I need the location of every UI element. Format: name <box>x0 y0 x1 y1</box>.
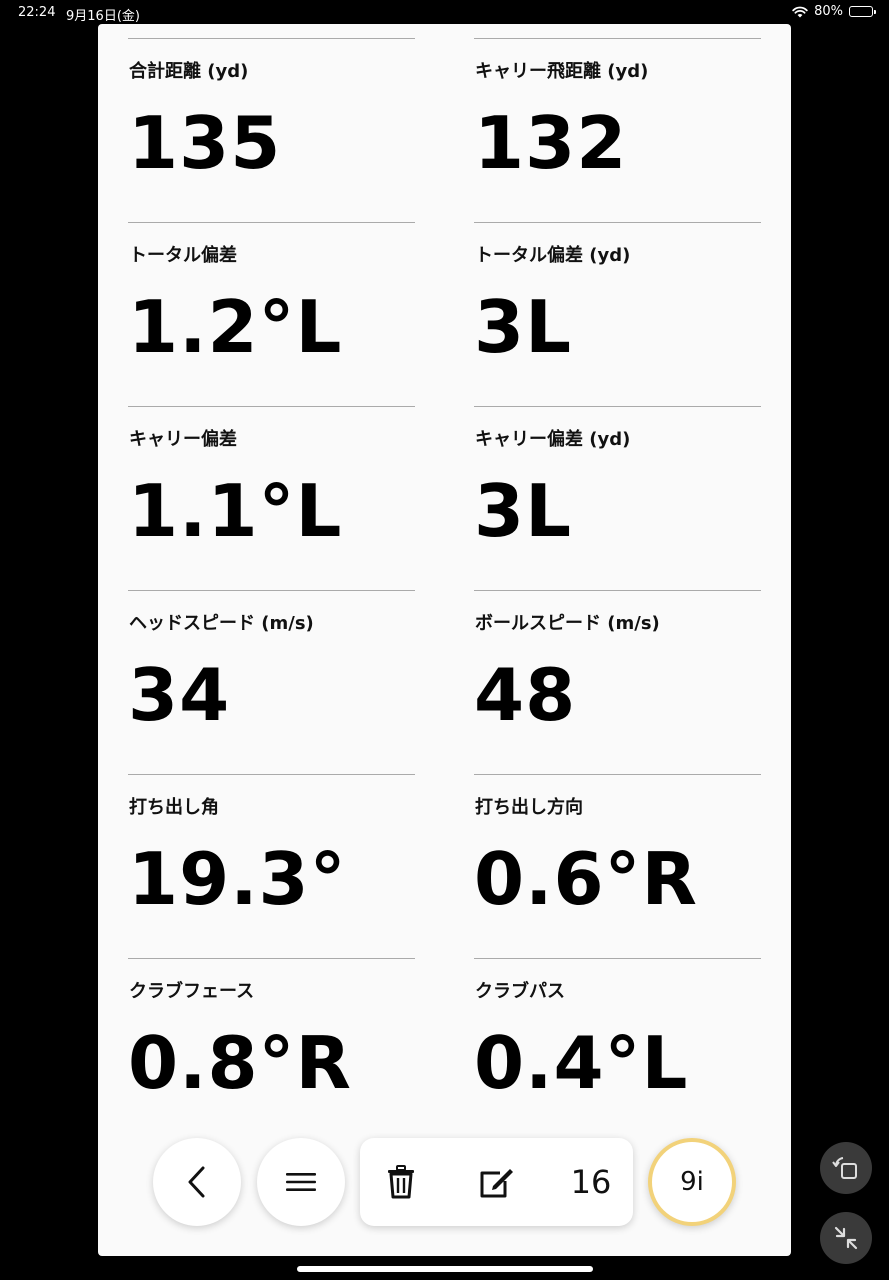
shot-data-panel: 合計距離 (yd) 135 キャリー飛距離 (yd) 132 トータル偏差 1.… <box>98 24 791 1256</box>
metric-value: 34 <box>128 653 231 737</box>
status-date: 9月16日(金) <box>66 9 140 24</box>
back-button[interactable] <box>153 1138 241 1226</box>
metric-label: クラブパス <box>475 981 565 1002</box>
battery-icon <box>849 6 876 17</box>
metric-value: 48 <box>474 653 577 737</box>
metric-label: キャリー偏差 <box>129 429 237 450</box>
status-right: 80% <box>792 4 876 19</box>
metric-label: キャリー偏差 (yd) <box>475 429 631 450</box>
metric-total-deviation-yd: トータル偏差 (yd) 3L <box>474 222 761 406</box>
metric-head-speed: ヘッドスピード (m/s) 34 <box>128 590 415 774</box>
edit-button[interactable] <box>470 1138 524 1226</box>
metric-label: 打ち出し方向 <box>475 797 583 818</box>
chevron-left-icon <box>188 1166 205 1198</box>
metric-value: 0.4°L <box>474 1021 689 1105</box>
status-bar: 22:24 9月16日(金) 80% <box>0 0 889 26</box>
shot-count-value: 16 <box>570 1163 612 1201</box>
metric-launch-angle: 打ち出し角 19.3° <box>128 774 415 958</box>
collapse-icon <box>834 1226 858 1250</box>
metric-label: 合計距離 (yd) <box>129 61 249 82</box>
metric-total-deviation: トータル偏差 1.2°L <box>128 222 415 406</box>
wifi-icon <box>792 6 808 17</box>
metric-carry-deviation: キャリー偏差 1.1°L <box>128 406 415 590</box>
metric-label: トータル偏差 (yd) <box>475 245 631 266</box>
status-time: 22:24 <box>18 5 56 20</box>
metric-club-face: クラブフェース 0.8°R <box>128 958 415 1142</box>
metric-value: 0.6°R <box>474 837 698 921</box>
collapse-button[interactable] <box>820 1212 872 1264</box>
metric-value: 1.1°L <box>128 469 343 553</box>
metric-label: クラブフェース <box>129 981 255 1002</box>
metric-ball-speed: ボールスピード (m/s) 48 <box>474 590 761 774</box>
metric-value: 3L <box>474 469 572 553</box>
metric-value: 1.2°L <box>128 285 343 369</box>
edit-icon <box>480 1169 513 1198</box>
metric-club-path: クラブパス 0.4°L <box>474 958 761 1142</box>
metric-total-distance: 合計距離 (yd) 135 <box>128 38 415 222</box>
metric-label: ヘッドスピード (m/s) <box>129 613 314 634</box>
metric-label: キャリー飛距離 (yd) <box>475 61 649 82</box>
club-label: 9i <box>680 1167 704 1197</box>
home-indicator[interactable] <box>297 1266 593 1272</box>
rotate-icon <box>832 1157 857 1179</box>
metric-value: 0.8°R <box>128 1021 352 1105</box>
metric-value: 3L <box>474 285 572 369</box>
metric-carry-distance: キャリー飛距離 (yd) 132 <box>474 38 761 222</box>
metrics-grid: 合計距離 (yd) 135 キャリー飛距離 (yd) 132 トータル偏差 1.… <box>128 38 761 1142</box>
metric-value: 132 <box>474 101 628 185</box>
rotate-button[interactable] <box>820 1142 872 1194</box>
club-selector-button[interactable]: 9i <box>648 1138 736 1226</box>
metric-carry-deviation-yd: キャリー偏差 (yd) 3L <box>474 406 761 590</box>
metric-label: 打ち出し角 <box>129 797 219 818</box>
trash-icon <box>388 1165 414 1199</box>
battery-percent: 80% <box>814 4 843 19</box>
metric-label: ボールスピード (m/s) <box>475 613 660 634</box>
shot-actions-bar: 16 <box>360 1138 633 1226</box>
metric-value: 135 <box>128 101 282 185</box>
metric-launch-direction: 打ち出し方向 0.6°R <box>474 774 761 958</box>
menu-button[interactable] <box>257 1138 345 1226</box>
metric-value: 19.3° <box>128 837 347 921</box>
hamburger-menu-icon <box>286 1173 316 1191</box>
delete-button[interactable] <box>376 1138 426 1226</box>
shot-count: 16 <box>556 1138 626 1226</box>
metric-label: トータル偏差 <box>129 245 237 266</box>
